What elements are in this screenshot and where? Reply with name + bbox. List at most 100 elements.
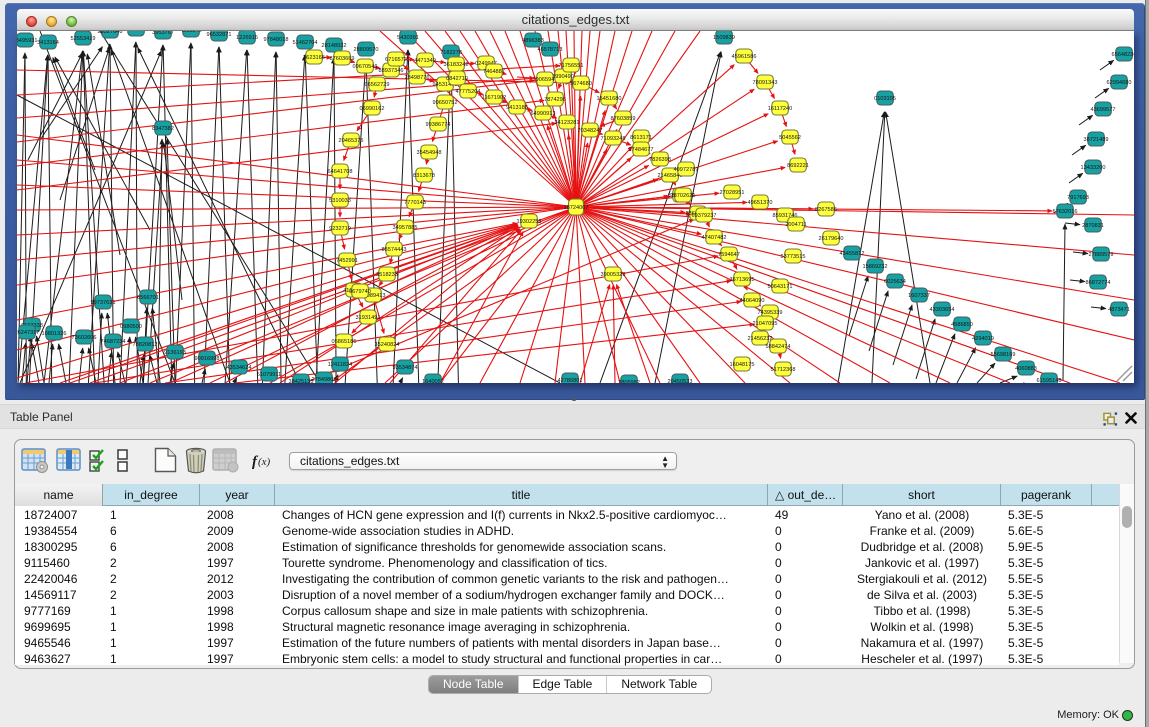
svg-text:4238849: 4238849 (180, 31, 202, 34)
svg-text:4294019: 4294019 (972, 336, 994, 342)
svg-text:0103105: 0103105 (874, 96, 896, 102)
svg-text:18495931: 18495931 (17, 38, 37, 44)
svg-text:46578713: 46578713 (538, 47, 563, 53)
svg-text:7874296: 7874296 (544, 97, 566, 103)
svg-text:36183242: 36183242 (444, 62, 469, 68)
svg-text:43699577: 43699577 (1091, 107, 1116, 113)
svg-text:21456232: 21456232 (748, 336, 773, 342)
svg-text:1607337: 1607337 (908, 293, 930, 299)
svg-text:21047095: 21047095 (753, 321, 778, 327)
svg-text:0679740: 0679740 (349, 289, 371, 295)
svg-text:28498776: 28498776 (405, 75, 430, 81)
svg-text:45961586: 45961586 (732, 54, 757, 60)
svg-text:11671902: 11671902 (482, 95, 506, 101)
svg-text:5030564: 5030564 (125, 31, 147, 33)
svg-text:35454948: 35454948 (417, 150, 442, 156)
svg-text:51462704: 51462704 (293, 40, 318, 46)
svg-text:5674680: 5674680 (570, 81, 592, 87)
svg-text:8692221: 8692221 (787, 163, 809, 169)
svg-text:28327648: 28327648 (98, 31, 123, 35)
svg-text:67632016: 67632016 (1053, 209, 1078, 215)
svg-text:8313678: 8313678 (413, 173, 435, 179)
svg-text:96532871: 96532871 (207, 32, 232, 38)
svg-text:1226916: 1226916 (236, 35, 258, 41)
svg-text:71756551: 71756551 (559, 63, 584, 69)
svg-text:5430391: 5430391 (397, 35, 419, 41)
svg-text:20450533: 20450533 (668, 379, 693, 383)
svg-text:27484677: 27484677 (629, 147, 654, 153)
svg-text:51079911: 51079911 (257, 372, 281, 378)
svg-text:15869232: 15869232 (863, 264, 888, 270)
svg-text:16048175: 16048175 (730, 362, 755, 368)
svg-text:6025634: 6025634 (884, 279, 906, 285)
svg-text:86872774: 86872774 (1086, 280, 1111, 286)
svg-text:4873471: 4873471 (1108, 307, 1130, 313)
svg-text:78091343: 78091343 (753, 80, 778, 86)
svg-text:50643171: 50643171 (768, 284, 793, 290)
svg-text:28148932: 28148932 (322, 43, 347, 49)
svg-text:0842710: 0842710 (446, 76, 468, 82)
svg-text:7917693: 7917693 (1067, 195, 1089, 201)
svg-text:26247317: 26247317 (17, 330, 39, 336)
svg-text:49972787: 49972787 (674, 167, 699, 173)
svg-text:7594647: 7594647 (718, 252, 740, 258)
svg-text:62994680: 62994680 (1107, 80, 1132, 86)
svg-text:6566701: 6566701 (137, 295, 159, 301)
svg-text:43534624: 43534624 (227, 365, 252, 371)
svg-text:9232719: 9232719 (329, 226, 351, 232)
svg-text:2870831: 2870831 (1082, 223, 1104, 229)
svg-text:47407482: 47407482 (702, 235, 727, 241)
svg-text:78820812: 78820812 (133, 342, 158, 348)
svg-text:19302253: 19302253 (517, 219, 542, 225)
svg-text:31931491: 31931491 (356, 315, 381, 321)
svg-text:18702621: 18702621 (671, 193, 696, 199)
svg-text:88937346: 88937346 (379, 68, 404, 74)
svg-text:4586850: 4586850 (951, 322, 973, 328)
svg-text:53773515: 53773515 (781, 254, 806, 260)
svg-text:5045562: 5045562 (779, 135, 801, 141)
svg-text:0980500: 0980500 (120, 324, 142, 330)
svg-text:39005329: 39005329 (601, 272, 626, 278)
svg-text:69379237: 69379237 (692, 213, 717, 219)
svg-text:70348247: 70348247 (578, 128, 603, 134)
svg-text:8347382: 8347382 (152, 126, 174, 132)
svg-text:64641708: 64641708 (328, 169, 353, 175)
svg-text:55698169: 55698169 (991, 352, 1016, 358)
svg-text:74395339: 74395339 (758, 310, 783, 316)
svg-text:47775204: 47775204 (456, 89, 481, 95)
svg-text:7464887: 7464887 (483, 69, 505, 75)
svg-text:15451680: 15451680 (597, 96, 622, 102)
svg-text:87603669: 87603669 (330, 56, 355, 62)
svg-text:2805982: 2805982 (618, 380, 640, 383)
svg-text:93534874: 93534874 (393, 365, 418, 371)
svg-text:73602606: 73602606 (72, 335, 97, 341)
svg-text:3990490: 3990490 (552, 74, 574, 80)
svg-text:20465375: 20465375 (339, 138, 364, 144)
svg-text:13433200: 13433200 (1081, 165, 1106, 171)
svg-text:49651370: 49651370 (748, 200, 773, 206)
svg-text:34957885: 34957885 (393, 225, 418, 231)
svg-text:74687234: 74687234 (101, 339, 126, 345)
svg-text:43455812: 43455812 (840, 251, 865, 257)
svg-text:52553419: 52553419 (71, 36, 96, 42)
svg-text:16117240: 16117240 (768, 106, 792, 112)
svg-text:7770143: 7770143 (404, 200, 426, 206)
svg-text:4896383: 4896383 (522, 38, 544, 44)
svg-text:6716572: 6716572 (385, 57, 407, 63)
svg-text:99650752: 99650752 (433, 100, 458, 106)
svg-text:9136193: 9136193 (164, 350, 186, 356)
svg-text:06990162: 06990162 (360, 106, 385, 112)
svg-text:8613171: 8613171 (630, 135, 652, 141)
svg-text:3518233: 3518233 (376, 272, 398, 278)
svg-text:7182278: 7182278 (440, 50, 462, 56)
svg-text:12411824: 12411824 (328, 362, 352, 368)
svg-text:71093248: 71093248 (601, 136, 626, 142)
svg-text:44064090: 44064090 (740, 298, 765, 304)
svg-text:87603859: 87603859 (611, 116, 636, 122)
svg-text:3413164: 3413164 (37, 40, 59, 46)
svg-text:27028951: 27028951 (720, 190, 745, 196)
svg-text:65648236: 65648236 (1112, 52, 1134, 58)
svg-text:35240824: 35240824 (375, 342, 400, 348)
svg-text:3623166: 3623166 (303, 55, 325, 61)
svg-text:61595148: 61595148 (1037, 378, 1062, 383)
